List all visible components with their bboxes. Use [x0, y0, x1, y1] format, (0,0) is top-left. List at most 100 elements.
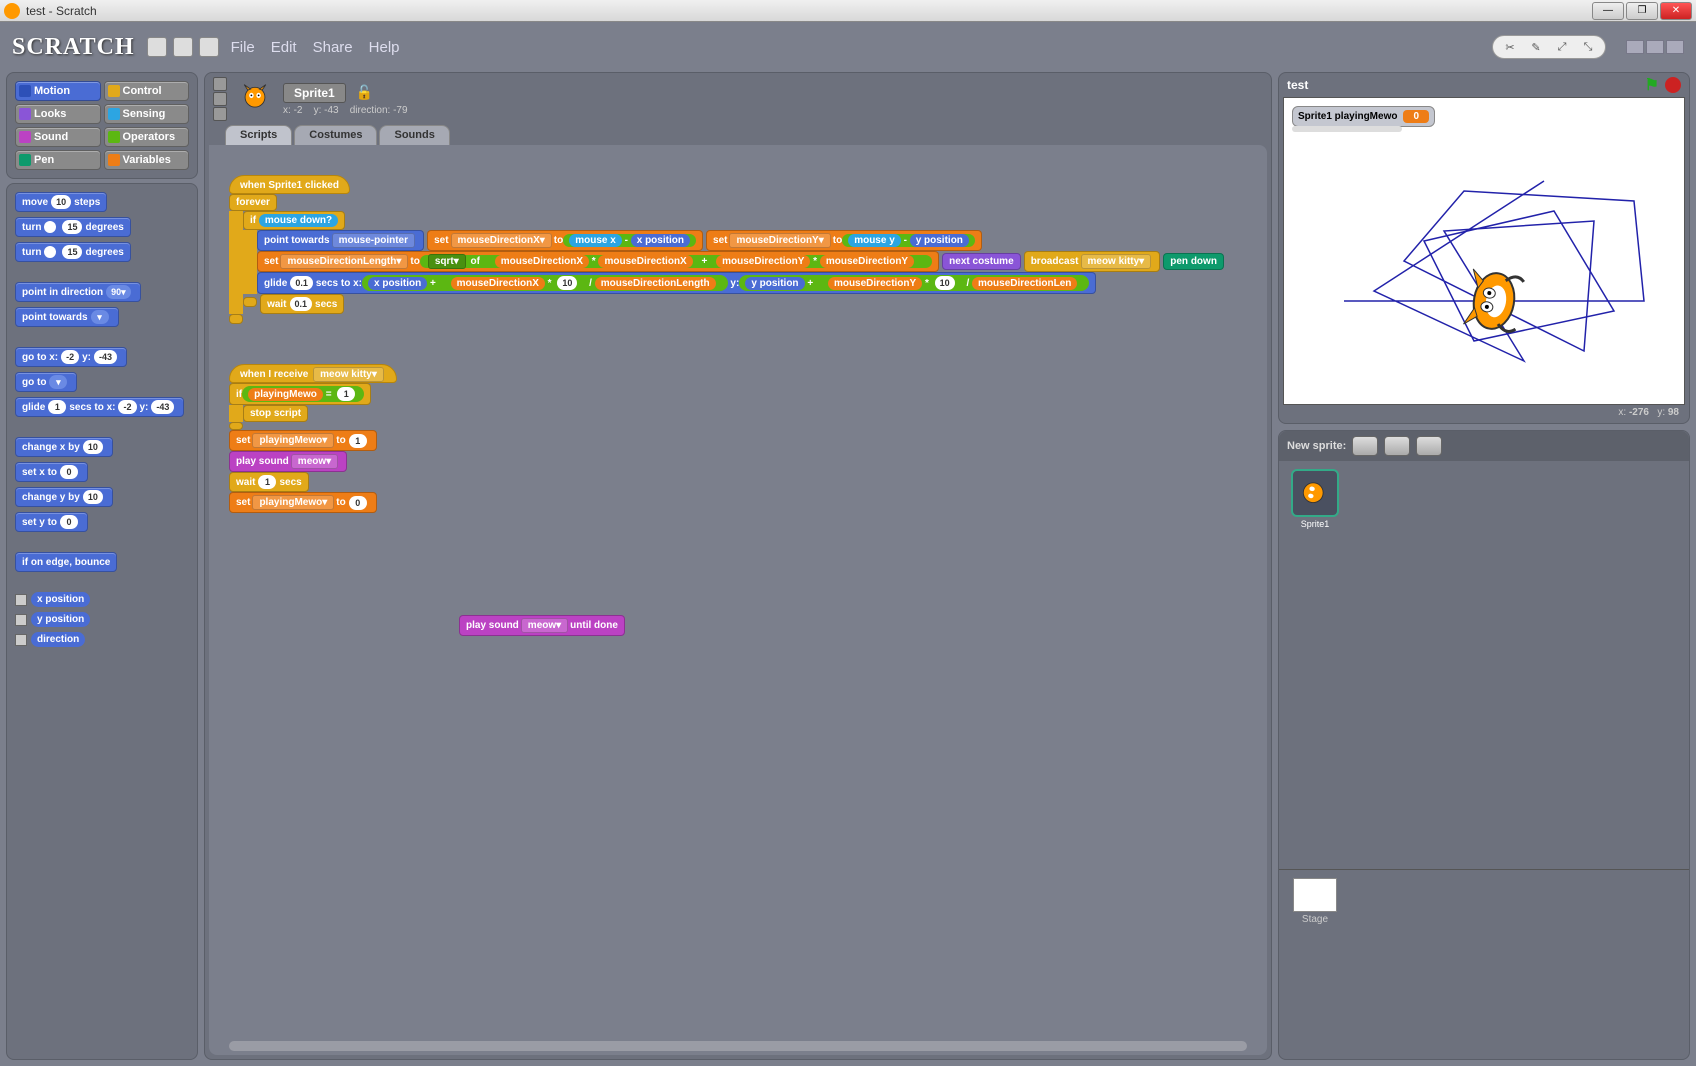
- stop-button[interactable]: [1665, 77, 1681, 93]
- reporter-xposition[interactable]: x position: [31, 592, 90, 607]
- script-2[interactable]: when I receive meow kitty▾ if playingMew…: [229, 364, 1247, 513]
- block-if[interactable]: if mouse down?: [243, 211, 345, 230]
- view-medium-button[interactable]: [1646, 40, 1664, 54]
- surprise-sprite-button[interactable]: [1416, 436, 1442, 456]
- category-looks[interactable]: Looks: [15, 104, 101, 124]
- horizontal-scrollbar[interactable]: [229, 1041, 1247, 1051]
- block-set-y[interactable]: set y to0: [15, 512, 88, 532]
- category-sensing[interactable]: Sensing: [104, 104, 190, 124]
- block-point-towards-mouse[interactable]: point towards mouse-pointer: [257, 230, 424, 251]
- sprite-list: Sprite1: [1279, 461, 1689, 869]
- window-titlebar: test - Scratch — ❐ ✕: [0, 0, 1696, 22]
- category-pen[interactable]: Pen: [15, 150, 101, 170]
- block-set-playing-0[interactable]: set playingMewo▾ to 0: [229, 492, 377, 513]
- window-close-button[interactable]: ✕: [1660, 2, 1692, 20]
- window-maximize-button[interactable]: ❐: [1626, 2, 1658, 20]
- open-icon[interactable]: [199, 37, 219, 57]
- stamp-icon[interactable]: ✂: [1501, 38, 1519, 56]
- block-change-x[interactable]: change x by10: [15, 437, 113, 457]
- category-variables[interactable]: Variables: [104, 150, 190, 170]
- block-set-playing-1[interactable]: set playingMewo▾ to 1: [229, 430, 377, 451]
- category-operators[interactable]: Operators: [104, 127, 190, 147]
- choose-sprite-file-button[interactable]: [1384, 436, 1410, 456]
- reporter-mouse-down[interactable]: mouse down?: [259, 214, 338, 227]
- menu-file[interactable]: File: [231, 39, 255, 56]
- block-set-mdl[interactable]: set mouseDirectionLength▾ to sqrt▾ of mo…: [257, 251, 939, 272]
- globe-icon[interactable]: [147, 37, 167, 57]
- editor-tabs: Scripts Costumes Sounds: [205, 125, 1271, 145]
- op-sqrt[interactable]: sqrt▾ of mouseDirectionX * mouseDirectio…: [420, 255, 932, 268]
- op-eq[interactable]: playingMewo = 1: [242, 386, 364, 402]
- hat-when-receive[interactable]: when I receive meow kitty▾: [229, 364, 397, 383]
- block-wait-1[interactable]: wait 0.1 secs: [260, 294, 344, 314]
- rotation-leftright-button[interactable]: [213, 92, 227, 106]
- lock-icon[interactable]: 🔓: [356, 84, 373, 101]
- block-stop-script[interactable]: stop script: [243, 405, 308, 422]
- left-panel: Motion Control Looks Sensing Sound Opera…: [6, 72, 198, 1060]
- menu-bar: File Edit Share Help: [231, 39, 400, 56]
- xpos-checkbox[interactable]: [15, 594, 27, 606]
- ypos-checkbox[interactable]: [15, 614, 27, 626]
- grow-icon[interactable]: ⤢: [1553, 38, 1571, 56]
- block-play-sound-until-done: play sound meow▾ until done: [459, 615, 625, 636]
- block-goto[interactable]: go to▾: [15, 372, 77, 392]
- block-set-mdx[interactable]: set mouseDirectionX▾ to mouse x - x posi…: [427, 230, 703, 251]
- sprite-item-sprite1[interactable]: Sprite1: [1287, 469, 1343, 529]
- tab-scripts[interactable]: Scripts: [225, 125, 292, 145]
- block-goto-xy[interactable]: go to x:-2y:-43: [15, 347, 127, 367]
- script-1[interactable]: when Sprite1 clicked forever if mouse do…: [229, 175, 1247, 324]
- block-broadcast[interactable]: broadcast meow kitty▾: [1024, 251, 1161, 272]
- stage-list: Stage: [1279, 869, 1689, 1059]
- category-control[interactable]: Control: [104, 81, 190, 101]
- center-panel: Sprite1 🔓 x: -2 y: -43 direction: -79 Sc…: [204, 72, 1272, 1060]
- block-play-sound[interactable]: play sound meow▾: [229, 451, 347, 472]
- view-small-button[interactable]: [1626, 40, 1644, 54]
- block-move-steps[interactable]: move10steps: [15, 192, 107, 212]
- scripts-area[interactable]: when Sprite1 clicked forever if mouse do…: [209, 145, 1267, 1055]
- menu-edit[interactable]: Edit: [271, 39, 297, 56]
- menu-help[interactable]: Help: [369, 39, 400, 56]
- block-bounce[interactable]: if on edge, bounce: [15, 552, 117, 572]
- block-point-direction[interactable]: point in direction90▾: [15, 282, 141, 302]
- reporter-direction[interactable]: direction: [31, 632, 85, 647]
- scissors-icon[interactable]: ✎: [1527, 38, 1545, 56]
- block-point-towards[interactable]: point towards▾: [15, 307, 119, 327]
- block-glide[interactable]: glide1secs to x:-2y:-43: [15, 397, 184, 417]
- op-minus-1[interactable]: mouse x - x position: [563, 234, 696, 247]
- tab-costumes[interactable]: Costumes: [294, 125, 377, 145]
- block-wait-2[interactable]: wait 1 secs: [229, 472, 309, 492]
- utility-buttons: ✂ ✎ ⤢ ⤡: [1492, 35, 1606, 59]
- green-flag-button[interactable]: ⚑: [1645, 75, 1659, 95]
- category-sound[interactable]: Sound: [15, 127, 101, 147]
- block-glide-formula[interactable]: glide 0.1 secs to x: x position + mouseD…: [257, 272, 1096, 294]
- block-next-costume[interactable]: next costume: [942, 253, 1020, 270]
- block-turn-ccw[interactable]: turn15degrees: [15, 242, 131, 262]
- tab-sounds[interactable]: Sounds: [379, 125, 449, 145]
- variable-watcher[interactable]: Sprite1 playingMewo 0: [1292, 106, 1435, 127]
- rotation-none-button[interactable]: [213, 107, 227, 121]
- block-set-x[interactable]: set x to0: [15, 462, 88, 482]
- op-minus-2[interactable]: mouse y - y position: [842, 234, 975, 247]
- hat-when-clicked[interactable]: when Sprite1 clicked: [229, 175, 350, 194]
- orphan-block[interactable]: play sound meow▾ until done: [459, 615, 625, 636]
- variable-slider[interactable]: [1292, 126, 1402, 132]
- shrink-icon[interactable]: ⤡: [1579, 38, 1597, 56]
- rotation-full-button[interactable]: [213, 77, 227, 91]
- category-motion[interactable]: Motion: [15, 81, 101, 101]
- stage[interactable]: Sprite1 playingMewo 0: [1283, 97, 1685, 405]
- block-forever[interactable]: forever: [229, 194, 277, 211]
- block-turn-cw[interactable]: turn15degrees: [15, 217, 131, 237]
- menu-share[interactable]: Share: [313, 39, 353, 56]
- paint-new-sprite-button[interactable]: [1352, 436, 1378, 456]
- block-pen-down[interactable]: pen down: [1163, 253, 1224, 270]
- view-presentation-button[interactable]: [1666, 40, 1684, 54]
- block-if-2[interactable]: if playingMewo = 1: [229, 383, 371, 405]
- sprite-name-field[interactable]: Sprite1: [283, 83, 346, 103]
- block-set-mdy[interactable]: set mouseDirectionY▾ to mouse y - y posi…: [706, 230, 982, 251]
- window-minimize-button[interactable]: —: [1592, 2, 1624, 20]
- stage-item[interactable]: Stage: [1287, 878, 1343, 925]
- dir-checkbox[interactable]: [15, 634, 27, 646]
- reporter-yposition[interactable]: y position: [31, 612, 90, 627]
- save-icon[interactable]: [173, 37, 193, 57]
- block-change-y[interactable]: change y by10: [15, 487, 113, 507]
